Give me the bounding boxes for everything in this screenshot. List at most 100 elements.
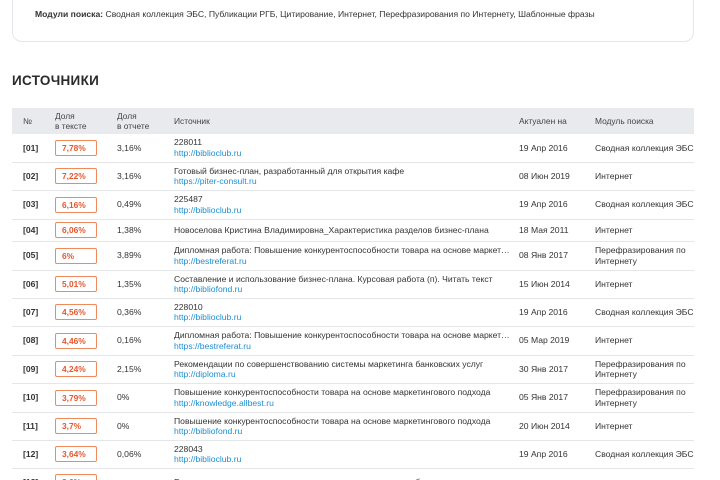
source-link[interactable]: http://bibliofond.ru [174, 284, 513, 295]
row-number: [11] [23, 420, 38, 431]
source-link[interactable]: http://diploma.ru [174, 369, 513, 380]
source-link[interactable]: http://biblioclub.ru [174, 454, 513, 465]
share-in-text-cell: 6% [49, 241, 111, 270]
search-module: Перефразирования по Интернету [595, 245, 686, 266]
source-cell: 228043 http://biblioclub.ru [168, 440, 513, 468]
row-number: [09] [23, 363, 39, 374]
source-cell: Новоселова Кристина Владимировна_Характе… [168, 219, 513, 241]
source-link[interactable]: http://knowledge.allbest.ru [174, 398, 513, 409]
actual-date: 20 Июн 2014 [519, 420, 570, 431]
share-in-text-cell: 4,24% [49, 355, 111, 383]
actual-date: 05 Янв 2017 [519, 392, 568, 403]
table-row[interactable]: [05] 6% 3,89% Дипломная работа: Повышение к… [12, 241, 694, 270]
table-row[interactable]: [08] 4,46% 0,16% Дипломная работа: Повышени… [12, 326, 694, 355]
source-title: 228010 [174, 301, 203, 312]
share-in-text-badge: 4,24% [55, 361, 97, 377]
table-row[interactable]: [02] 7,22% 3,16% Готовый бизнес-план, разра… [12, 162, 694, 190]
table-row[interactable]: [06] 5,01% 1,35% Составление и использовани… [12, 270, 694, 298]
source-cell: Рекомендации по совершенствованию систем… [168, 355, 513, 383]
search-module [589, 468, 694, 480]
source-title: Новоселова Кристина Владимировна_Характе… [174, 224, 489, 235]
source-link[interactable]: http://bibliofond.ru [174, 426, 513, 437]
share-in-text-badge: 7,22% [55, 168, 97, 184]
table-row[interactable]: [11] 3,7% 0% Повышение конкурентоспособност… [12, 412, 694, 440]
share-in-text-badge: 7,78% [55, 139, 97, 156]
table-header-row: № Доля в тексте Доля в отчете Источник Акт… [12, 108, 694, 134]
share-in-text-badge: 6% [55, 247, 97, 264]
search-module: Интернет [595, 224, 633, 235]
source-cell: Рекомендации по совершенствованию систем… [168, 468, 513, 480]
table-row[interactable]: [03] 6,16% 0,49% 225487 http://biblioclub.ru… [12, 190, 694, 219]
table-row[interactable]: [09] 4,24% 2,15% Рекомендации по совершенст… [12, 355, 694, 383]
source-cell: Повышение конкурентоспособности товара н… [168, 383, 513, 412]
actual-date: 19 Апр 2016 [519, 306, 568, 317]
table-row[interactable]: [13] 3,6% Рекомендации по совершенствовани… [12, 468, 694, 480]
source-title: Рекомендации по совершенствованию систем… [174, 358, 484, 369]
search-module: Перефразирования по Интернету [595, 387, 686, 408]
source-title: Дипломная работа: Повышение конкурентосп… [174, 245, 513, 255]
search-module: Перефразирования по Интернету [595, 358, 686, 380]
share-in-text-badge: 6,06% [55, 222, 97, 238]
actual-date: 15 Июн 2014 [519, 278, 570, 289]
source-cell: 225487 http://biblioclub.ru [168, 190, 513, 219]
row-number: [03] [23, 199, 39, 210]
source-cell: Повышение конкурентоспособности товара н… [168, 412, 513, 440]
table-row[interactable]: [07] 4,56% 0,36% 228010 http://biblioclub.ru… [12, 298, 694, 326]
actual-date: 30 Янв 2017 [519, 363, 568, 374]
share-in-text-cell: 4,56% [49, 298, 111, 326]
share-in-text-badge: 6,16% [55, 196, 97, 213]
share-in-text-cell: 3,6% [49, 468, 111, 480]
share-in-text-cell: 4,46% [49, 326, 111, 355]
share-in-report: 1,35% [117, 278, 142, 289]
row-number: [10] [23, 392, 39, 403]
source-link[interactable]: https://bestreferat.ru [174, 341, 513, 352]
share-in-text-badge: 5,01% [55, 276, 97, 292]
source-link[interactable]: http://biblioclub.ru [174, 148, 513, 159]
source-cell: Дипломная работа: Повышение конкурентосп… [168, 326, 513, 355]
table-row[interactable]: [04] 6,06% 1,38% Новоселова Кристина Владим… [12, 219, 694, 241]
header-share-text: Доля в тексте [55, 111, 87, 131]
sources-section-title: ИСТОЧНИКИ [12, 73, 100, 88]
search-module: Интернет [595, 335, 633, 346]
row-number: [04] [23, 224, 39, 235]
row-number: [12] [23, 448, 39, 459]
search-module: Сводная коллекция ЭБС [595, 448, 694, 459]
sources-table: № Доля в тексте Доля в отчете Источник Акт… [12, 108, 694, 480]
share-in-text-cell: 7,78% [49, 134, 111, 162]
source-title: Готовый бизнес-план, разработанный для о… [174, 165, 405, 176]
source-link[interactable]: http://biblioclub.ru [174, 205, 513, 216]
search-module: Сводная коллекция ЭБС [595, 199, 694, 210]
table-row[interactable]: [01] 7,78% 3,16% 228011 http://biblioclub.ru… [12, 134, 694, 162]
source-cell: 228011 http://biblioclub.ru [168, 134, 513, 162]
row-number: [13] [12, 468, 49, 480]
search-module: Сводная коллекция ЭБС [595, 306, 694, 317]
share-in-text-badge: 3,64% [55, 446, 97, 462]
header-module: Модуль поиска [595, 116, 654, 126]
share-in-text-cell: 7,22% [49, 162, 111, 190]
source-link[interactable]: http://biblioclub.ru [174, 312, 513, 323]
share-in-report [111, 468, 168, 480]
row-number: [05] [23, 250, 39, 261]
share-in-report: 0% [117, 392, 130, 403]
source-title: 228011 [174, 137, 203, 148]
share-in-report: 1,38% [117, 224, 142, 235]
source-cell: Дипломная работа: Повышение конкурентосп… [168, 241, 513, 270]
search-modules-label: Модули поиска: [35, 9, 104, 19]
actual-date: 19 Апр 2016 [519, 448, 568, 459]
share-in-text-badge: 3,6% [55, 474, 97, 480]
source-link[interactable]: http://bestreferat.ru [174, 256, 513, 267]
search-modules-card: Модули поиска: Сводная коллекция ЭБС, Пу… [12, 0, 694, 42]
table-row[interactable]: [10] 3,79% 0% Повышение конкурентоспособнос… [12, 383, 694, 412]
actual-date: 08 Июн 2019 [519, 170, 570, 181]
share-in-report: 0,06% [117, 448, 142, 459]
source-link[interactable]: https://piter-consult.ru [174, 176, 513, 187]
search-module: Интернет [595, 420, 633, 431]
share-in-text-cell: 3,7% [49, 412, 111, 440]
share-in-report: 3,89% [117, 250, 142, 261]
source-title: Дипломная работа: Повышение конкурентосп… [174, 330, 513, 340]
table-row[interactable]: [12] 3,64% 0,06% 228043 http://biblioclub.ru… [12, 440, 694, 468]
source-title: Повышение конкурентоспособности товара н… [174, 415, 491, 426]
actual-date: 08 Янв 2017 [519, 250, 568, 261]
share-in-text-cell: 3,79% [49, 383, 111, 412]
share-in-text-badge: 3,7% [55, 418, 97, 434]
